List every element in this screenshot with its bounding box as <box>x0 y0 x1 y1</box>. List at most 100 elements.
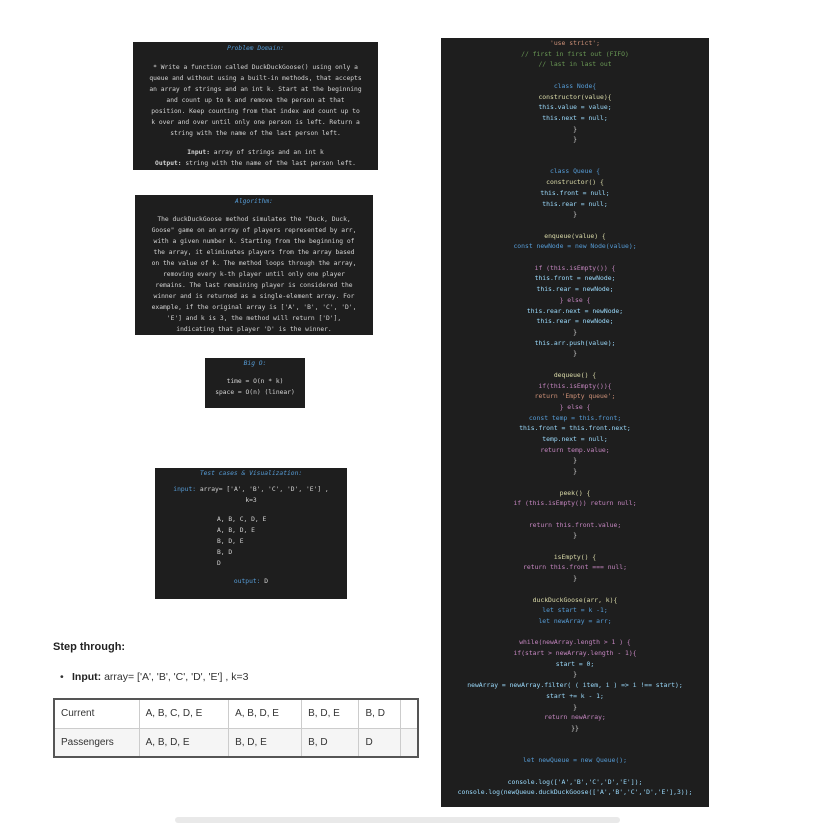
table-row: Current A, B, C, D, E A, B, D, E B, D, E B, … <box>53 698 419 729</box>
text-line: The duckDuckGoose method simulates the "… <box>157 216 351 223</box>
code-line: let newQueue = new Queue(); <box>523 756 627 765</box>
text-line: winner and is returned as a single-eleme… <box>153 293 355 300</box>
code-line: while(newArray.length > 1 ) { <box>519 638 631 647</box>
code-line: isEmpty() { <box>553 552 597 561</box>
text-line: an array of strings and an int k. Start … <box>149 86 362 93</box>
text-line: removing every k-th player until only on… <box>163 271 345 278</box>
problem-domain-panel: Problem Domain: * Write a function calle… <box>133 42 378 170</box>
problem-description: * Write a function called DuckDuckGoose(… <box>133 62 378 139</box>
code-line: let newArray = arr; <box>538 616 612 625</box>
big-o-time: time = O(n * k) <box>226 378 284 385</box>
table-cell <box>400 727 419 758</box>
horizontal-scrollbar[interactable] <box>175 817 620 823</box>
code-panel: 'use strict'; // first in first out (FIFO… <box>441 38 709 807</box>
test-cases-panel: Test cases & Visualization: input: array… <box>155 468 347 599</box>
code-line: // first in first out (FIFO) <box>521 49 629 58</box>
big-o-space: space = O(n) (linear) <box>215 389 295 396</box>
table-cell: B, D <box>358 698 402 729</box>
text-line: * Write a function called DuckDuckGoose(… <box>153 64 358 71</box>
code-listing: 'use strict'; // first in first out (FIFO… <box>441 38 709 798</box>
code-line: this.arr.push(value); <box>534 338 616 347</box>
row-label: Current <box>53 698 140 729</box>
text-line: on the value of k. The method loops thro… <box>151 260 357 267</box>
code-line: enqueue(value) { <box>544 231 606 240</box>
bullet-icon: • <box>60 671 64 683</box>
table-cell: D <box>358 727 402 758</box>
text-line: position. Keep counting from that index … <box>151 108 360 115</box>
text-line: indicating that player 'D' is the winner… <box>176 326 332 333</box>
table-cell <box>400 698 419 729</box>
code-line: if(start > newArray.length - 1){ <box>513 649 637 658</box>
code-line: // last in last out <box>538 60 612 69</box>
table-cell: A, B, C, D, E <box>138 698 230 729</box>
code-line: } else { <box>559 402 591 411</box>
code-line: return 'Empty queue'; <box>534 392 616 401</box>
visualization-steps: A, B, C, D, E A, B, D, E B, D, E B, D D <box>155 514 347 569</box>
code-line: this.rear = newNode; <box>536 317 614 326</box>
code-line: return newArray; <box>544 713 606 722</box>
text-line: B, D, E <box>217 538 244 545</box>
code-line: class Queue { <box>549 167 601 176</box>
code-line: constructor(value){ <box>538 92 612 101</box>
text-line: k over and over until only one person is… <box>151 119 360 126</box>
code-line: this.value = value; <box>538 103 612 112</box>
text-line: string with the name of the last person … <box>170 130 341 137</box>
problem-domain-title: Problem Domain: <box>227 45 284 52</box>
algorithm-panel: Algorithm: The duckDuckGoose method simu… <box>135 195 373 335</box>
text-line: and count up to k and remove the person … <box>166 97 345 104</box>
code-line: this.rear.next = newNode; <box>526 306 624 315</box>
table-cell: A, B, D, E <box>138 727 230 758</box>
code-line: } <box>573 135 577 144</box>
text-line: B, D <box>217 549 233 556</box>
text-line: A, B, C, D, E <box>217 516 267 523</box>
code-line: return this.front.value; <box>528 520 622 529</box>
text-line: D <box>217 560 221 567</box>
code-line: } <box>573 124 577 133</box>
code-line: temp.next = null; <box>542 435 608 444</box>
code-line: let start = k -1; <box>542 606 608 615</box>
code-line: const newNode = new Node(value); <box>513 242 637 251</box>
text-line: with a given number k. Starting from the… <box>153 238 355 245</box>
big-o-panel: Big O: time = O(n * k) space = O(n) (lin… <box>205 358 305 408</box>
code-line: 'use strict'; <box>549 39 601 47</box>
table-cell: B, D, E <box>228 727 303 758</box>
code-line: return temp.value; <box>540 445 610 454</box>
code-line: } <box>573 456 577 465</box>
code-line: this.next = null; <box>542 113 608 122</box>
code-line: this.rear = newNode; <box>536 285 614 294</box>
algorithm-description: The duckDuckGoose method simulates the "… <box>135 214 373 335</box>
code-line: } <box>573 349 577 358</box>
text-line: the array, it eliminates players from th… <box>153 249 355 256</box>
text-line: remains. The last remaining player is co… <box>155 282 353 289</box>
code-line: this.front = null; <box>540 188 610 197</box>
table-cell: B, D <box>301 727 360 758</box>
problem-output: Output: string with the name of the last… <box>155 160 356 167</box>
code-line: if (this.isEmpty()) { <box>534 263 616 272</box>
code-line: constructor() { <box>546 178 604 187</box>
big-o-title: Big O: <box>243 360 267 367</box>
table-cell: A, B, D, E <box>228 698 303 729</box>
code-line: this.front = newNode; <box>534 274 616 283</box>
test-input: input: array= ['A', 'B', 'C', 'D', 'E'] … <box>173 486 329 493</box>
code-line: start += k - 1; <box>546 691 604 700</box>
code-line: newArray = newArray.filter( ( item, i ) … <box>467 681 683 690</box>
test-cases-title: Test cases & Visualization: <box>199 470 303 477</box>
text-line: 'E'] and k is 3, the method will return … <box>166 315 342 322</box>
code-line: return this.front === null; <box>523 563 627 572</box>
text-line: A, B, D, E <box>217 527 255 534</box>
code-line: duckDuckGoose(arr, k){ <box>532 595 618 604</box>
algorithm-title: Algorithm: <box>235 198 273 205</box>
code-line: }} <box>571 724 579 732</box>
code-line: this.rear = null; <box>542 199 608 208</box>
